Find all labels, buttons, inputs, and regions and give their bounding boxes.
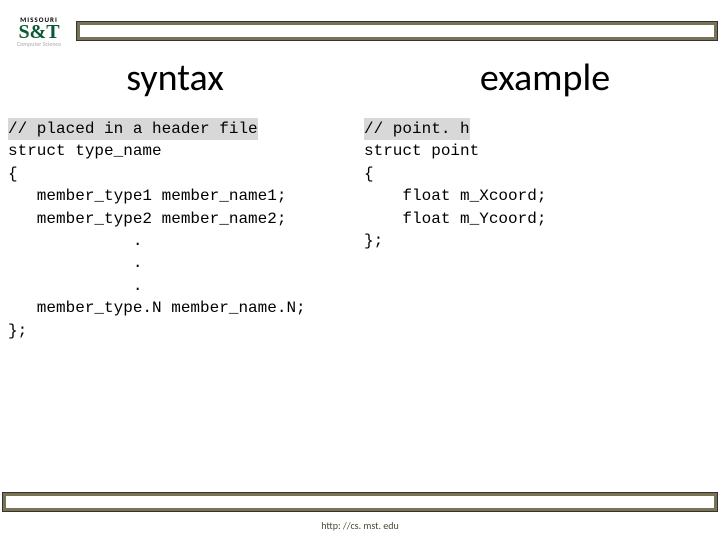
slide: MISSOURI S&T Computer Science syntax exa… [0,0,720,540]
heading-example: example [380,55,720,101]
headings-row: syntax example [0,55,720,101]
code-columns: // placed in a header file struct type_n… [8,118,712,342]
bottom-decor-bar-inner [6,496,714,508]
logo: MISSOURI S&T Computer Science [2,10,76,52]
code-syntax-body: struct type_name { member_type1 member_n… [8,142,306,339]
code-example-body: struct point { float m_Xcoord; float m_Y… [364,142,546,250]
bottom-decor-bar [2,492,718,512]
footer-bar-row [2,492,718,512]
code-syntax-comment: // placed in a header file [8,118,258,140]
header-bar-row: MISSOURI S&T Computer Science [2,10,718,52]
code-syntax: // placed in a header file struct type_n… [8,118,358,342]
logo-main-text: S&T [18,24,59,40]
footer-url: http: //cs. mst. edu [0,519,720,532]
top-decor-bar [76,21,718,41]
top-decor-bar-inner [80,25,714,37]
logo-sub-text: Computer Science [17,40,61,48]
code-example: // point. h struct point { float m_Xcoor… [358,118,712,342]
code-example-comment: // point. h [364,118,470,140]
heading-syntax: syntax [0,55,380,101]
